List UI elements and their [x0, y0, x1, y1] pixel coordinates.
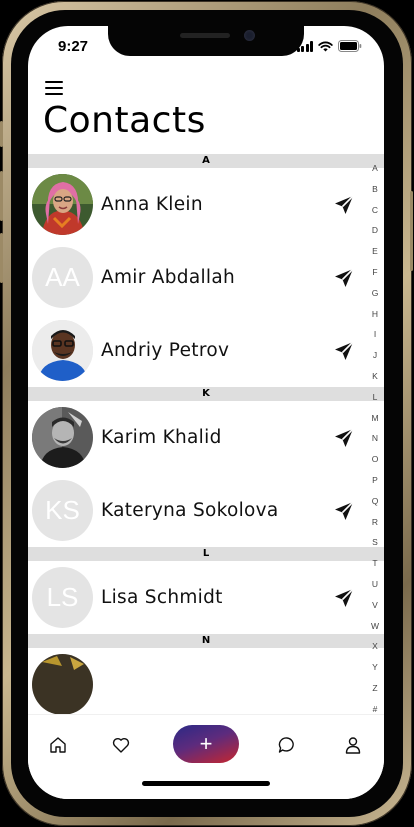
index-letter[interactable]: M: [371, 408, 378, 429]
index-letter[interactable]: X: [372, 636, 378, 657]
contact-name: Andriy Petrov: [101, 340, 230, 361]
chat-bubble-icon[interactable]: [277, 735, 297, 755]
send-icon[interactable]: [333, 427, 355, 449]
index-letter[interactable]: Q: [372, 491, 379, 512]
avatar-initials: LS: [32, 567, 93, 628]
volume-down-button: [0, 233, 3, 283]
index-letter[interactable]: A: [372, 158, 378, 179]
screen: 9:27 Contacts A Anna Klein AA Amir Abdal…: [28, 26, 384, 799]
index-letter[interactable]: E: [372, 241, 378, 262]
avatar-photo-anna-klein: [32, 174, 93, 235]
index-letter[interactable]: K: [372, 366, 378, 387]
send-icon[interactable]: [333, 587, 355, 609]
avatar: [32, 174, 93, 235]
index-letter[interactable]: L: [373, 387, 378, 408]
avatar-initials: KS: [32, 480, 93, 541]
contact-row-lisa-schmidt[interactable]: LS Lisa Schmidt: [28, 561, 368, 634]
contact-name: Lisa Schmidt: [101, 587, 223, 608]
section-header-l: L: [28, 547, 384, 561]
index-letter[interactable]: G: [372, 283, 379, 304]
avatar: [32, 407, 93, 468]
avatar: [32, 654, 93, 715]
section-header-n: N: [28, 634, 384, 648]
contact-name: Anna Klein: [101, 194, 203, 215]
index-letter[interactable]: F: [372, 262, 377, 283]
silent-switch: [0, 121, 3, 147]
index-letter[interactable]: Z: [372, 678, 377, 699]
avatar-photo-karim-khalid: [32, 407, 93, 468]
index-letter[interactable]: U: [372, 574, 378, 595]
index-letter[interactable]: D: [372, 220, 378, 241]
index-letter[interactable]: N: [372, 428, 378, 449]
add-contact-button[interactable]: +: [173, 725, 239, 763]
index-letter[interactable]: R: [372, 512, 378, 533]
index-letter[interactable]: O: [372, 449, 379, 470]
person-icon[interactable]: [343, 735, 363, 755]
contact-row-karim-khalid[interactable]: Karim Khalid: [28, 401, 368, 474]
section-header-k: K: [28, 387, 384, 401]
index-letter[interactable]: T: [372, 553, 377, 574]
index-letter[interactable]: C: [372, 200, 378, 221]
heart-icon[interactable]: [111, 735, 131, 755]
alphabet-index[interactable]: A B C D E F G H I J K L M N O P Q R S T U V W X Y Z #: [366, 158, 384, 720]
send-icon[interactable]: [333, 340, 355, 362]
avatar-initials: AA: [32, 247, 93, 308]
home-icon[interactable]: [48, 735, 68, 755]
power-button: [410, 191, 413, 271]
index-letter[interactable]: P: [372, 470, 378, 491]
contact-row-amir-abdallah[interactable]: AA Amir Abdallah: [28, 241, 368, 314]
contact-list: A Anna Klein AA Amir Abdallah Andriy Pet…: [28, 154, 384, 721]
index-letter[interactable]: V: [372, 595, 378, 616]
index-letter[interactable]: I: [374, 324, 376, 345]
bottom-navigation: +: [28, 714, 384, 799]
section-header-a: A: [28, 154, 384, 168]
wifi-icon: [318, 41, 333, 51]
avatar-photo-andriy-petrov: [32, 320, 93, 381]
index-letter[interactable]: S: [372, 532, 378, 553]
index-letter[interactable]: W: [371, 616, 379, 637]
send-icon[interactable]: [333, 267, 355, 289]
status-time: 9:27: [58, 38, 89, 55]
status-icons: [296, 40, 363, 52]
contact-name: Kateryna Sokolova: [101, 500, 279, 521]
page-title: Contacts: [43, 100, 206, 141]
avatar: [32, 320, 93, 381]
status-bar: 9:27: [28, 26, 384, 70]
contact-row-kateryna-sokolova[interactable]: KS Kateryna Sokolova: [28, 474, 368, 547]
notch: [108, 26, 304, 56]
contact-name: Karim Khalid: [101, 427, 222, 448]
avatar-photo-partial: [32, 654, 93, 715]
contact-name: Amir Abdallah: [101, 267, 236, 288]
speaker-grille: [180, 33, 230, 38]
battery-icon: [338, 40, 362, 52]
index-letter[interactable]: B: [372, 179, 378, 200]
index-letter[interactable]: H: [372, 304, 378, 325]
volume-up-button: [0, 171, 3, 221]
send-icon[interactable]: [333, 500, 355, 522]
contact-row-anna-klein[interactable]: Anna Klein: [28, 168, 368, 241]
hamburger-menu-icon[interactable]: [45, 81, 63, 95]
home-indicator[interactable]: [142, 781, 270, 786]
contact-row-andriy-petrov[interactable]: Andriy Petrov: [28, 314, 368, 387]
index-letter[interactable]: Y: [372, 657, 378, 678]
index-letter[interactable]: J: [373, 345, 377, 366]
cellular-signal-icon: [296, 40, 313, 52]
front-camera: [244, 30, 255, 41]
send-icon[interactable]: [333, 194, 355, 216]
plus-icon: +: [199, 731, 213, 756]
contact-row-partial[interactable]: [28, 648, 368, 721]
